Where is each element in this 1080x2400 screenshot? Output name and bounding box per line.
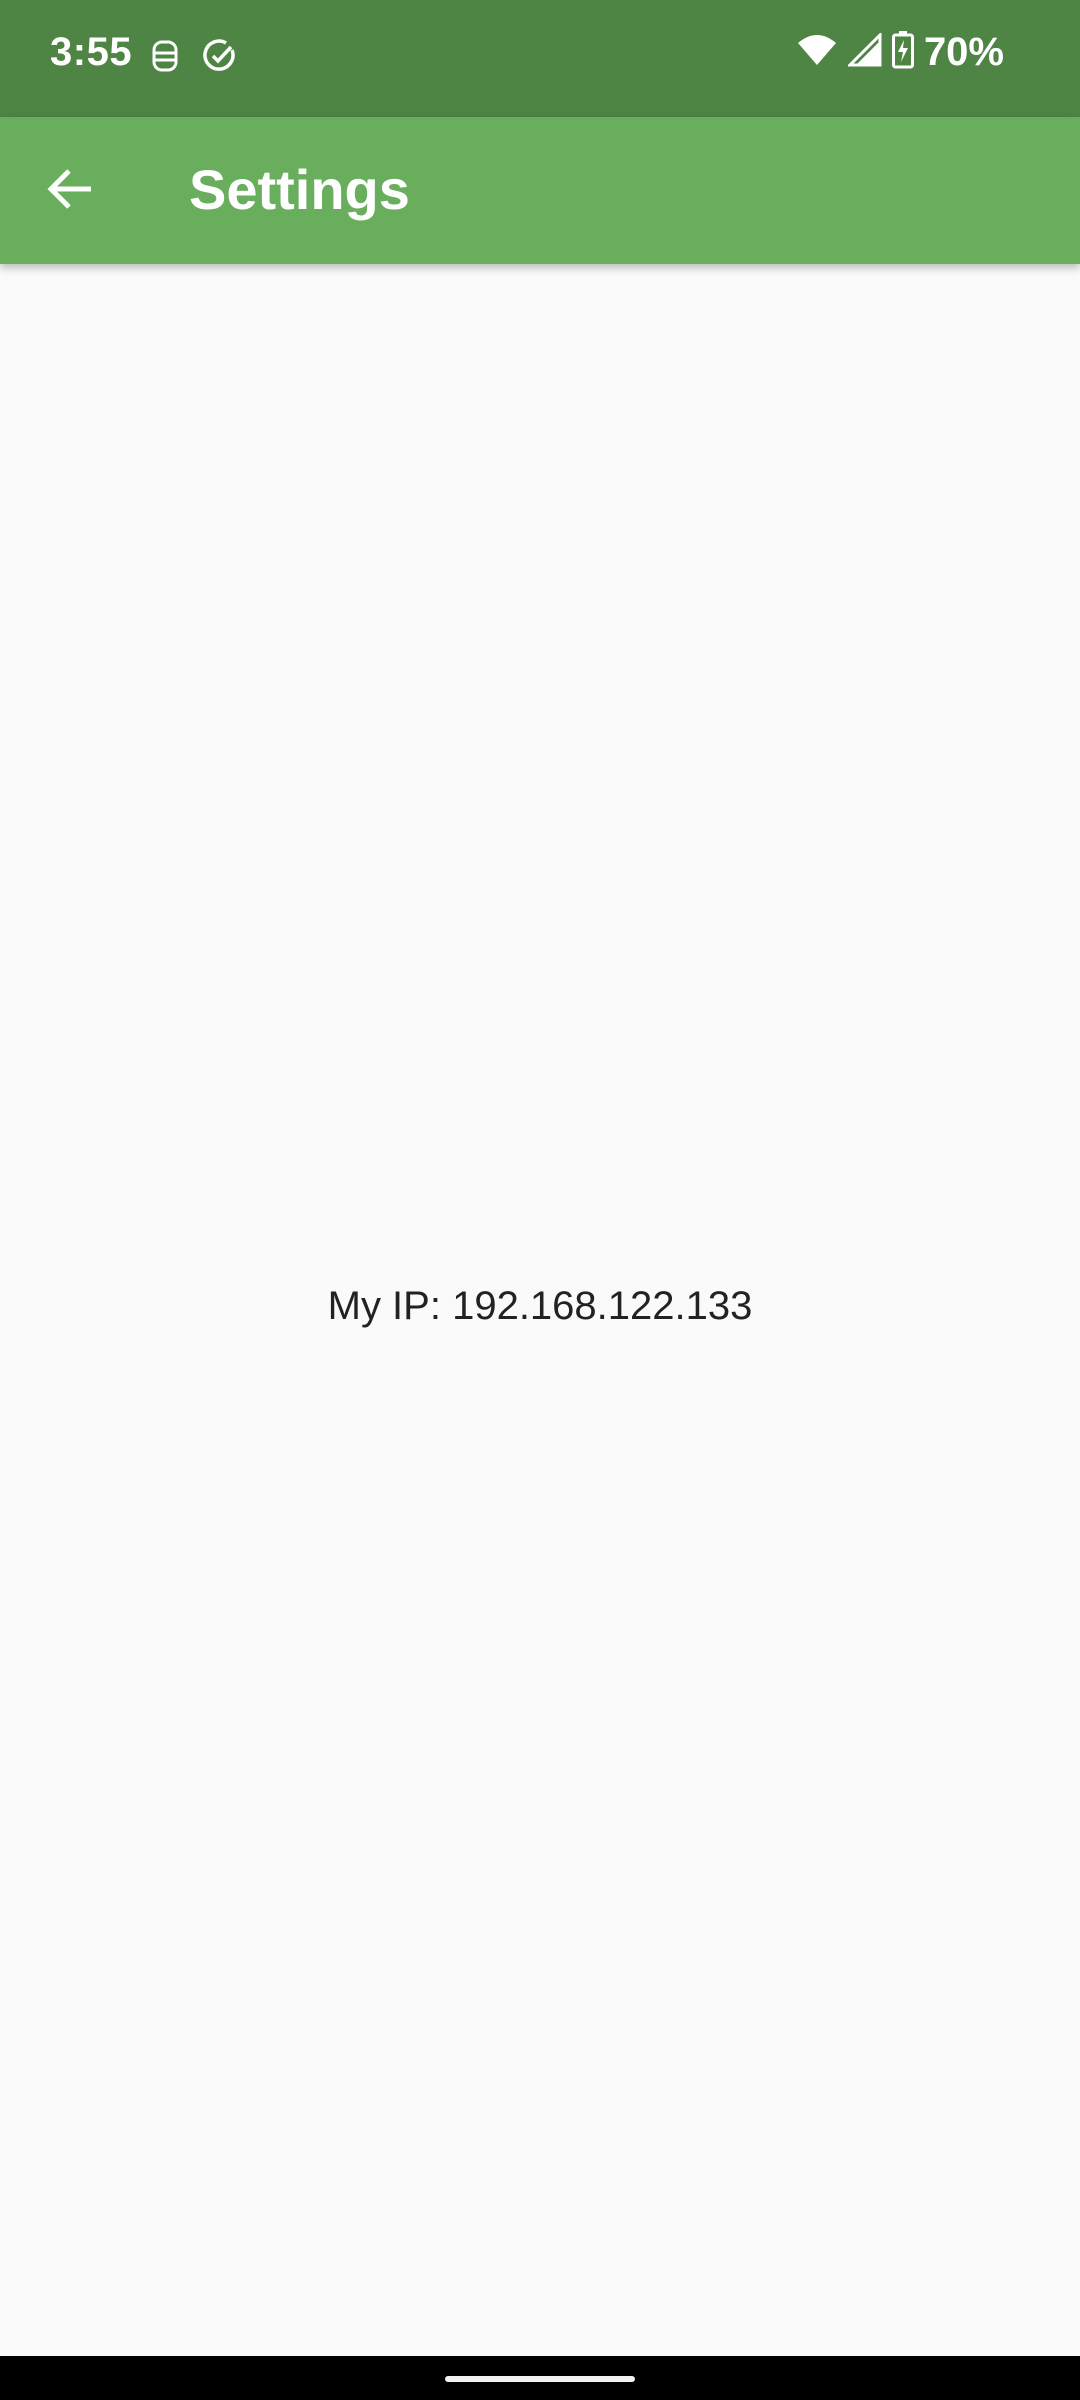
status-left-icons: [150, 38, 238, 79]
wifi-icon: [796, 33, 838, 72]
app-bar: Settings: [0, 117, 1080, 264]
battery-icon: [891, 31, 914, 74]
signal-icon: [846, 31, 882, 72]
navigation-bar: [0, 2356, 1080, 2400]
arrow-back-icon: [47, 168, 93, 215]
screen: 3:55 70% Settings My IP: 192.168.122.133: [0, 0, 1080, 2400]
check-circle-icon: [202, 38, 238, 79]
status-bar: 3:55 70%: [0, 0, 1080, 117]
status-right: 70%: [796, 30, 1004, 75]
home-indicator[interactable]: [445, 2376, 635, 2382]
content: My IP: 192.168.122.133: [0, 264, 1080, 2356]
back-button[interactable]: [34, 155, 106, 227]
ip-address-text: My IP: 192.168.122.133: [327, 1284, 753, 1328]
battery-level: 70%: [923, 30, 1004, 74]
sim-icon: [150, 39, 180, 78]
page-title: Settings: [189, 158, 410, 221]
status-time: 3:55: [50, 30, 133, 74]
